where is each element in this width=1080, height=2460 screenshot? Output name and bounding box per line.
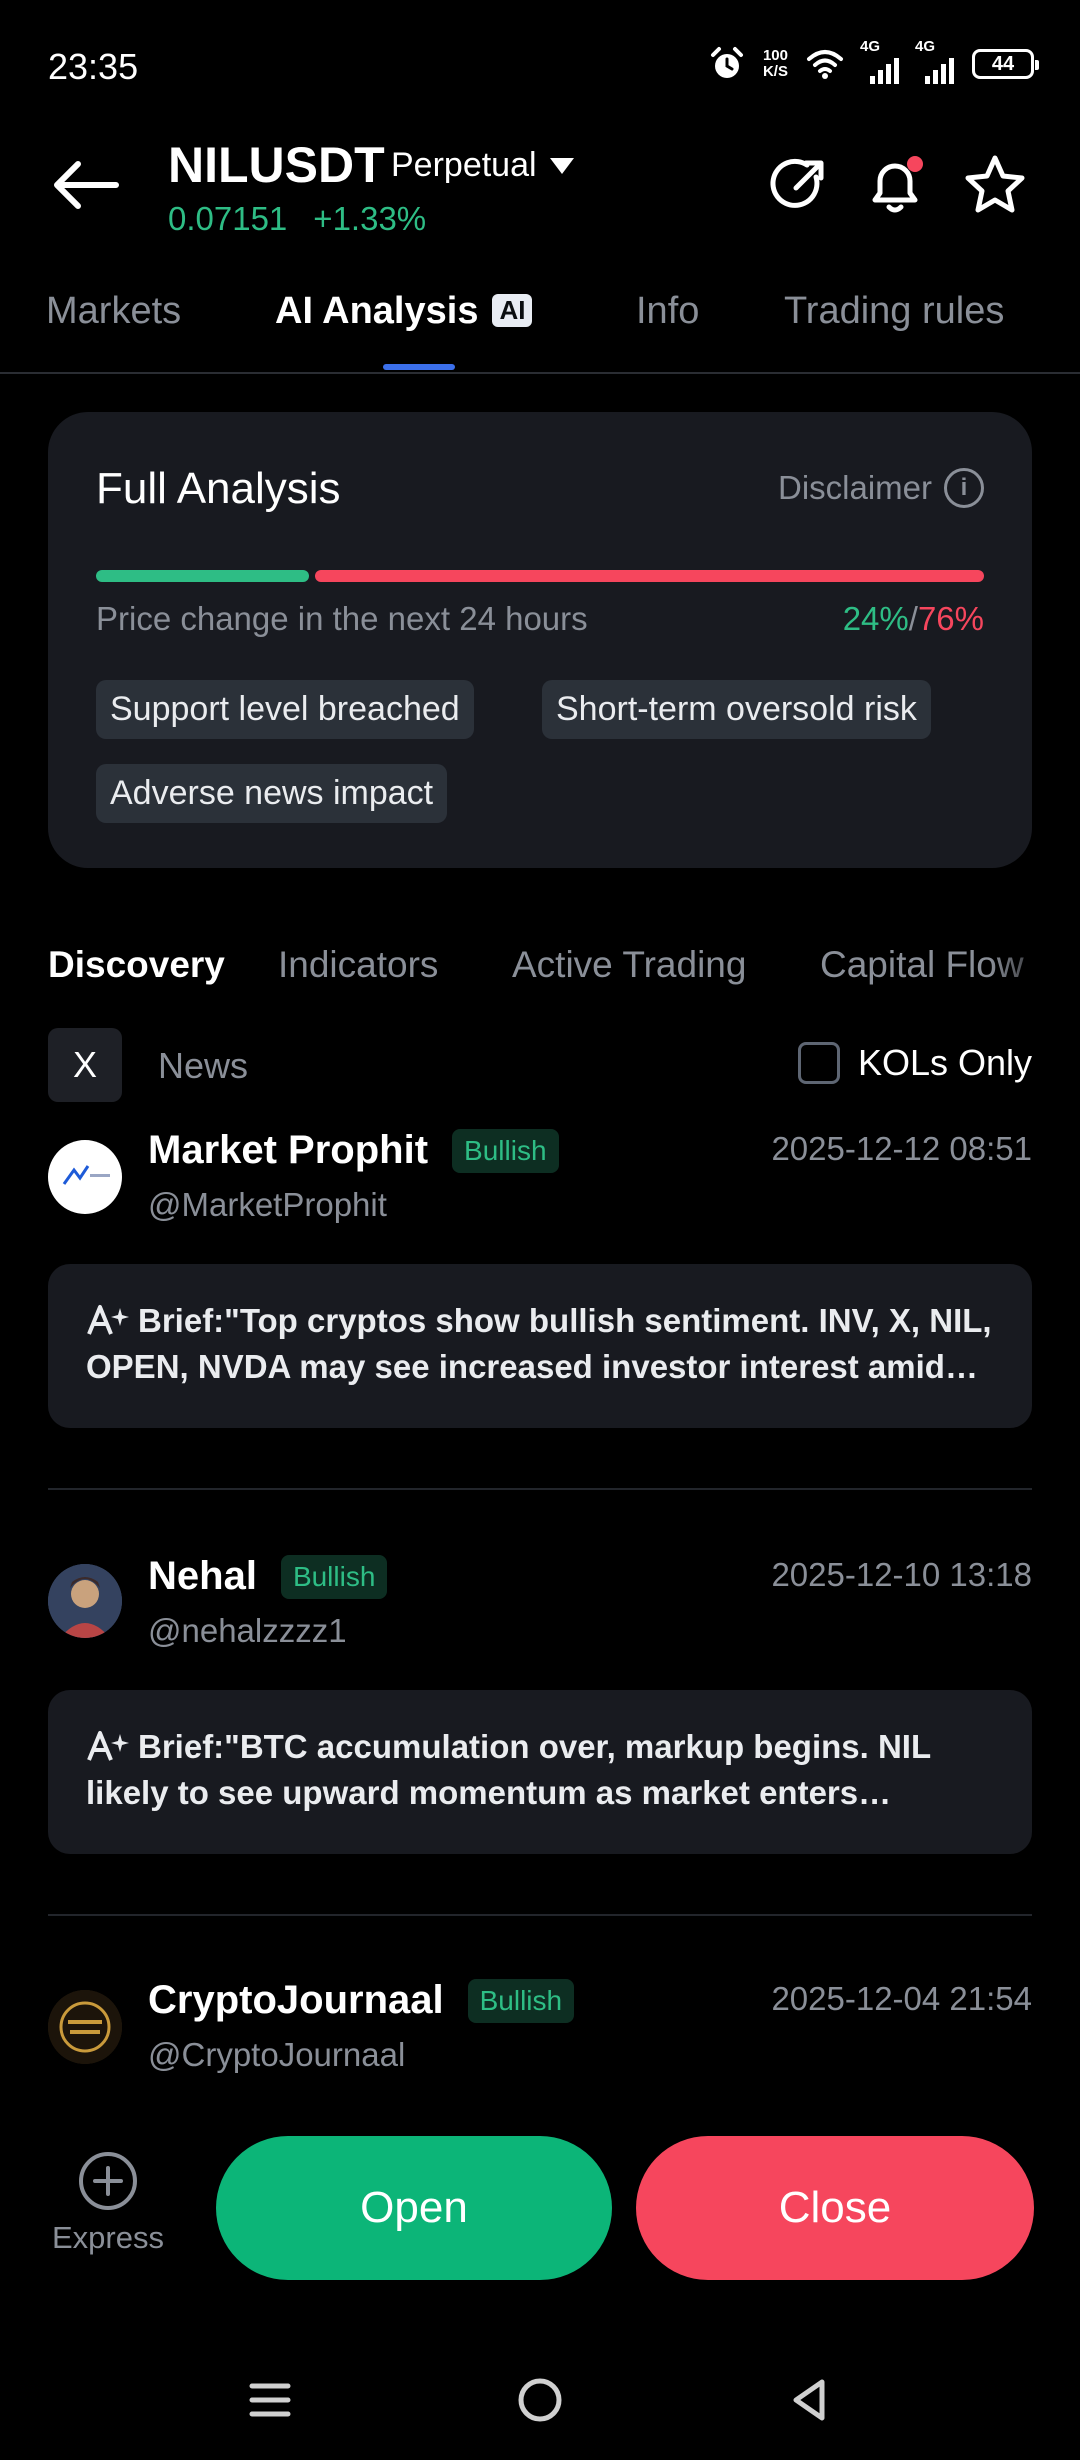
post-author-handle: @MarketProphit	[148, 1186, 387, 1223]
express-button[interactable]: Express	[50, 2150, 166, 2256]
net-speed-value: 100	[762, 47, 788, 64]
cryptojournaal-logo-icon	[48, 1990, 122, 2064]
back-arrow-icon[interactable]	[48, 150, 124, 220]
contract-selector[interactable]: Perpetual	[391, 146, 575, 185]
post-divider	[48, 1488, 1032, 1490]
main-tabs: Markets AI Analysis AI Info Trading rules	[0, 280, 1080, 374]
post-author-name[interactable]: Nehal	[148, 1554, 257, 1599]
disclaimer-link[interactable]: Disclaimer i	[778, 468, 984, 508]
net-speed-unit: K/S	[762, 63, 788, 80]
post-header: Nehal Bullish	[148, 1554, 388, 1599]
probability-bar	[96, 570, 984, 582]
card-title: Full Analysis	[96, 464, 341, 513]
post-author-handle: @CryptoJournaal	[148, 2036, 406, 2073]
post-time: 2025-12-04 21:54	[771, 1980, 1032, 2017]
back-triangle-icon[interactable]	[780, 2370, 840, 2430]
kols-only-toggle[interactable]: KOLs Only	[797, 1042, 1032, 1084]
signal-sim2-icon: 4G	[915, 38, 954, 84]
net-speed: 100 K/S	[763, 48, 788, 80]
subtab-fade	[990, 930, 1080, 1000]
sentiment-badge: Bullish	[452, 1128, 559, 1173]
tag-chip: Short-term oversold risk	[542, 680, 931, 739]
filter-news-button[interactable]: News	[158, 1045, 248, 1087]
ai-sparkle-icon	[87, 1305, 129, 1335]
avatar[interactable]	[48, 1990, 122, 2064]
info-icon: i	[944, 468, 984, 508]
share-icon[interactable]	[764, 150, 834, 220]
sentiment-badge: Bullish	[467, 1978, 575, 2023]
post-author-name[interactable]: Market Prophit	[148, 1128, 428, 1173]
probability-bar-up	[96, 570, 310, 582]
filter-x-button[interactable]: X	[48, 1028, 122, 1102]
battery-level: 44	[991, 52, 1015, 75]
tag-chip: Adverse news impact	[96, 764, 448, 823]
percent-separator: /	[908, 600, 918, 637]
caret-down-icon	[549, 157, 574, 174]
disclaimer-label: Disclaimer	[777, 469, 932, 506]
price-change: +1.33%	[313, 200, 427, 237]
open-button[interactable]: Open	[216, 2136, 612, 2280]
subtab-discovery[interactable]: Discovery	[48, 944, 225, 986]
price-row: 0.07151 +1.33%	[168, 200, 426, 238]
down-percent: 76%	[917, 600, 984, 637]
post-time: 2025-12-10 13:18	[771, 1556, 1032, 1593]
express-label: Express	[52, 2220, 164, 2255]
tab-info[interactable]: Info	[636, 290, 699, 333]
sentiment-badge: Bullish	[280, 1554, 388, 1599]
nehal-avatar-image	[48, 1564, 122, 1638]
bell-icon[interactable]	[860, 150, 930, 220]
probability-label: Price change in the next 24 hours	[96, 600, 588, 637]
tab-markets-label: Markets	[46, 290, 182, 332]
star-icon[interactable]	[960, 150, 1030, 220]
brief-text: Brief:"Top cryptos show bullish sentimen…	[86, 1302, 992, 1385]
tab-ai-analysis-label: AI Analysis	[275, 290, 479, 332]
subtab-active-trading[interactable]: Active Trading	[512, 944, 746, 986]
post-author-name[interactable]: CryptoJournaal	[148, 1978, 444, 2023]
tab-ai-analysis[interactable]: AI Analysis AI	[275, 290, 533, 333]
probability-bar-down	[315, 570, 984, 582]
wifi-icon	[807, 50, 843, 79]
battery-icon: 44	[972, 49, 1039, 79]
post-divider	[48, 1914, 1032, 1916]
tab-info-label: Info	[636, 290, 700, 332]
sim2-label: 4G	[915, 38, 936, 55]
tab-trading-rules-label: Trading rules	[784, 290, 1005, 332]
ai-sparkle-icon	[87, 1731, 129, 1761]
post-brief[interactable]: Brief:"Top cryptos show bullish sentimen…	[48, 1264, 1032, 1428]
contract-type: Perpetual	[391, 146, 537, 184]
avatar[interactable]	[48, 1564, 122, 1638]
tag-chip: Support level breached	[96, 680, 474, 739]
status-icons: 100 K/S 4G 4G 44	[709, 38, 1039, 84]
tab-trading-rules[interactable]: Trading rules	[784, 290, 1004, 333]
status-time: 23:35	[48, 46, 139, 87]
market-prophit-logo-icon	[62, 1165, 110, 1185]
kols-only-label: KOLs Only	[857, 1042, 1032, 1083]
home-circle-icon[interactable]	[510, 2370, 570, 2430]
close-button[interactable]: Close	[636, 2136, 1034, 2280]
symbol-title[interactable]: NILUSDT	[168, 136, 385, 194]
post-header: CryptoJournaal Bullish	[148, 1978, 575, 2023]
ai-badge: AI	[492, 294, 533, 327]
post-author-handle: @nehalzzzz1	[148, 1612, 347, 1649]
plus-circle-icon	[79, 2152, 137, 2210]
probability-values: 24%/76%	[843, 600, 984, 638]
post-header: Market Prophit Bullish	[148, 1128, 559, 1173]
filter-x-label: X	[72, 1044, 97, 1085]
brief-text: Brief:"BTC accumulation over, markup beg…	[86, 1728, 931, 1811]
last-price: 0.07151	[168, 200, 288, 237]
active-tab-indicator	[383, 364, 455, 370]
avatar[interactable]	[48, 1140, 122, 1214]
subtab-indicators[interactable]: Indicators	[278, 944, 438, 986]
alarm-icon	[710, 47, 743, 78]
up-percent: 24%	[842, 600, 909, 637]
signal-sim1-icon: 4G	[860, 38, 899, 84]
menu-icon[interactable]	[240, 2370, 300, 2430]
tab-markets[interactable]: Markets	[46, 290, 181, 333]
sim1-label: 4G	[860, 38, 881, 55]
post-brief[interactable]: Brief:"BTC accumulation over, markup beg…	[48, 1690, 1032, 1854]
full-analysis-card: Full Analysis Disclaimer i Price change …	[48, 412, 1032, 868]
kols-only-checkbox[interactable]	[797, 1042, 840, 1084]
post-time: 2025-12-12 08:51	[771, 1130, 1032, 1167]
